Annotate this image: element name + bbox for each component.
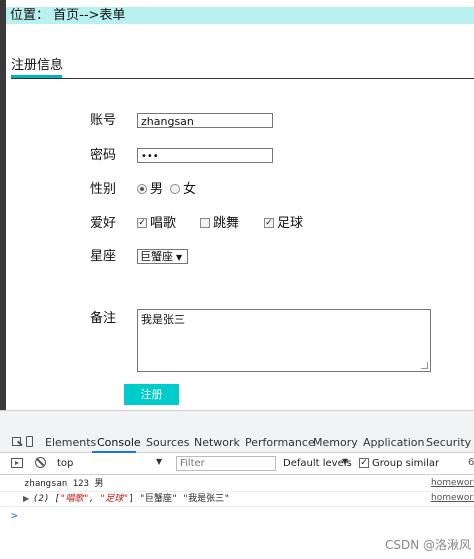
clear-console-icon[interactable] [35, 457, 46, 468]
log-separator [0, 506, 474, 507]
hobby-label: 爱好 [90, 216, 117, 231]
account-input[interactable]: zhangsan [137, 113, 273, 128]
array-item-2: "足球" [99, 494, 129, 504]
gender-option-male: 男 [150, 182, 164, 197]
tab-application[interactable]: Application [363, 436, 424, 449]
section-title: 注册信息 [11, 58, 64, 73]
devtools-drag-strip[interactable] [0, 410, 474, 431]
tab-console[interactable]: Console [97, 436, 141, 449]
tab-performance[interactable]: Performance [245, 436, 315, 449]
gender-option-female: 女 [183, 182, 197, 197]
constellation-select[interactable]: 巨蟹座 ▼ [137, 249, 188, 264]
resize-grip-icon[interactable] [421, 362, 428, 369]
inspect-element-icon[interactable] [12, 437, 21, 446]
hobby-option-sing: 唱歌 [150, 216, 177, 231]
expand-array-icon[interactable]: ▶ [23, 494, 29, 503]
dropdown-arrow-icon: ▼ [176, 253, 183, 262]
levels-dropdown-icon[interactable]: ▼ [342, 457, 348, 466]
console-settings-fragment[interactable]: 6 [468, 457, 474, 468]
window-left-edge [0, 0, 6, 410]
console-log-source-1[interactable]: homework [431, 478, 474, 488]
constellation-label: 星座 [90, 249, 117, 264]
array-item-1: "唱歌" [60, 494, 89, 504]
context-dropdown-icon[interactable]: ▼ [156, 457, 162, 466]
tab-elements[interactable]: Elements [45, 436, 96, 449]
tab-network[interactable]: Network [194, 436, 240, 449]
console-log-line-1: zhangsan 123 男 [24, 479, 104, 489]
array-prefix: (2) [ [33, 494, 61, 504]
hobby-option-football: 足球 [277, 216, 304, 231]
gender-radio-female[interactable] [170, 184, 180, 194]
group-similar-label: Group similar [372, 458, 440, 469]
hobby-checkbox-dance[interactable] [200, 218, 210, 228]
console-log-line-2[interactable]: (2) ["唱歌", "足球"] "巨蟹座" "我是张三" [33, 493, 230, 505]
hobby-checkbox-football[interactable]: ✓ [264, 218, 274, 228]
remark-textarea[interactable]: 我是张三 [137, 309, 431, 372]
remark-label: 备注 [90, 311, 117, 326]
password-label: 密码 [90, 148, 117, 163]
account-label: 账号 [90, 113, 117, 128]
console-log-source-2[interactable]: homework [431, 493, 474, 503]
group-similar-checkbox[interactable]: ✓ [359, 458, 369, 468]
device-toolbar-icon[interactable] [26, 436, 33, 447]
hobby-option-dance: 跳舞 [213, 216, 240, 231]
gender-label: 性别 [90, 182, 117, 197]
gender-radio-male[interactable] [137, 184, 147, 194]
show-sidebar-icon[interactable] [11, 458, 23, 468]
register-button[interactable]: 注册 [124, 384, 179, 405]
password-input[interactable]: ••• [137, 148, 273, 163]
remark-text: 我是张三 [141, 313, 185, 326]
section-divider [11, 78, 474, 79]
constellation-value: 巨蟹座 [140, 250, 173, 263]
tab-security[interactable]: Security [426, 436, 471, 449]
log-separator [0, 491, 474, 492]
tab-memory[interactable]: Memory [313, 436, 358, 449]
array-suffix: ] "巨蟹座" "我是张三" [128, 494, 230, 504]
breadcrumb: 位置： 首页-->表单 [10, 8, 126, 23]
hobby-checkbox-sing[interactable]: ✓ [137, 218, 147, 228]
watermark: CSDN @洛湫风 [385, 538, 472, 552]
console-prompt[interactable]: > [11, 509, 18, 522]
filter-input[interactable]: Filter [176, 456, 276, 471]
context-select[interactable]: top [57, 456, 169, 472]
tab-sources[interactable]: Sources [146, 436, 190, 449]
